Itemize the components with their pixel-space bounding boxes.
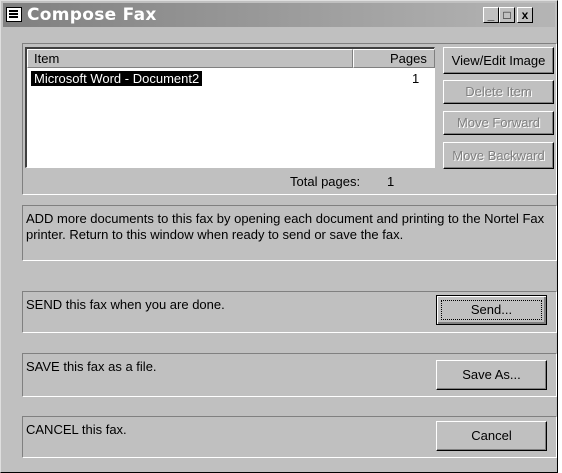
total-pages-label: Total pages: <box>290 174 361 189</box>
list-item[interactable]: Microsoft Word - Document2 <box>31 71 203 86</box>
compose-fax-window: Compose Fax _ □ x Item Pages Microsoft W… <box>0 0 558 473</box>
send-text: SEND this fax when you are done. <box>26 297 225 312</box>
total-pages-value: 1 <box>387 174 395 189</box>
fax-app-icon <box>6 7 22 22</box>
view-edit-image-button[interactable]: View/Edit Image <box>443 47 554 74</box>
cancel-text: CANCEL this fax. <box>26 422 127 437</box>
cancel-button[interactable]: Cancel <box>436 421 547 451</box>
move-forward-button[interactable]: Move Forward <box>443 111 554 135</box>
add-info-panel: ADD more documents to this fax by openin… <box>22 205 557 261</box>
column-header-item[interactable]: Item <box>27 49 353 68</box>
close-button[interactable]: x <box>517 7 533 23</box>
delete-item-button[interactable]: Delete Item <box>443 80 554 104</box>
title-bar[interactable]: Compose Fax _ □ x <box>3 3 555 27</box>
window-title: Compose Fax <box>27 5 157 25</box>
add-info-text: ADD more documents to this fax by openin… <box>26 211 545 242</box>
minimize-button[interactable]: _ <box>483 7 499 23</box>
save-text: SAVE this fax as a file. <box>26 359 157 374</box>
save-as-button[interactable]: Save As... <box>436 360 547 390</box>
maximize-button[interactable]: □ <box>499 7 515 23</box>
list-item-pages: 1 <box>412 71 420 86</box>
send-button[interactable]: Send... <box>436 295 547 325</box>
move-backward-button[interactable]: Move Backward <box>443 142 554 169</box>
focus-rectangle <box>441 300 542 320</box>
column-header-pages[interactable]: Pages <box>353 49 435 68</box>
document-list[interactable]: Item Pages Microsoft Word - Document2 1 <box>25 47 435 168</box>
